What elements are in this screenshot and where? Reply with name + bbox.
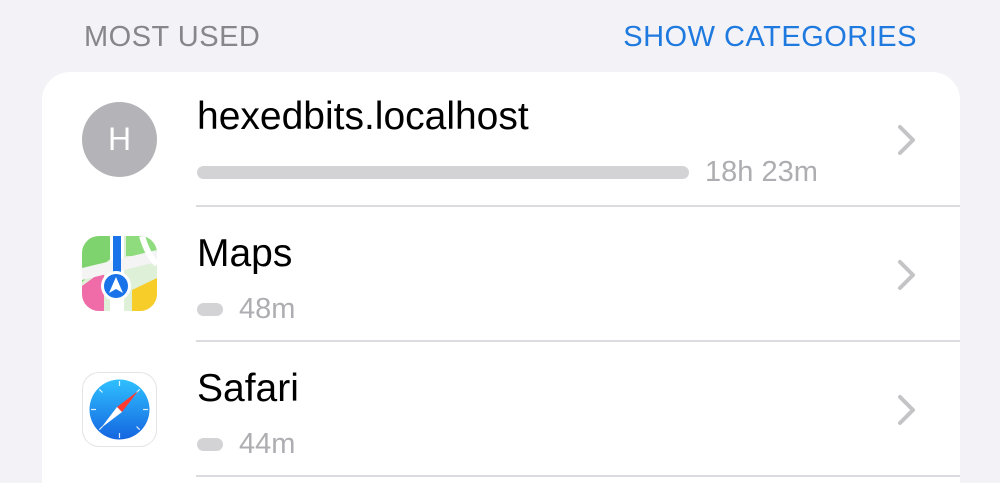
- chevron-right-icon: [898, 395, 915, 425]
- show-categories-button[interactable]: SHOW CATEGORIES: [623, 21, 917, 54]
- chevron-right-icon: [898, 260, 915, 290]
- row-title: Safari: [197, 367, 299, 410]
- most-used-list: H hexedbits.localhost 18h 23m Maps 48m S…: [42, 72, 960, 483]
- row-divider: [196, 475, 960, 477]
- usage-time: 18h 23m: [705, 156, 818, 188]
- avatar: H: [82, 102, 157, 177]
- chevron-right-icon: [898, 125, 915, 155]
- section-title: MOST USED: [84, 21, 261, 53]
- section-header: MOST USED SHOW CATEGORIES: [0, 0, 1000, 72]
- list-item-hexedbits[interactable]: H hexedbits.localhost 18h 23m: [42, 72, 960, 207]
- usage-bar: [197, 303, 223, 316]
- usage-bar: [197, 166, 689, 179]
- list-item-maps[interactable]: Maps 48m: [42, 207, 960, 342]
- row-title: Maps: [197, 232, 293, 275]
- screen-time-most-used: MOST USED SHOW CATEGORIES H hexedbits.lo…: [0, 0, 1000, 483]
- usage-bar: [197, 438, 223, 451]
- row-title: hexedbits.localhost: [197, 95, 529, 138]
- usage-time: 48m: [239, 293, 296, 325]
- list-item-safari[interactable]: Safari 44m: [42, 342, 960, 477]
- safari-app-icon: [82, 372, 157, 447]
- maps-app-icon: [82, 236, 157, 311]
- usage-time: 44m: [239, 428, 296, 460]
